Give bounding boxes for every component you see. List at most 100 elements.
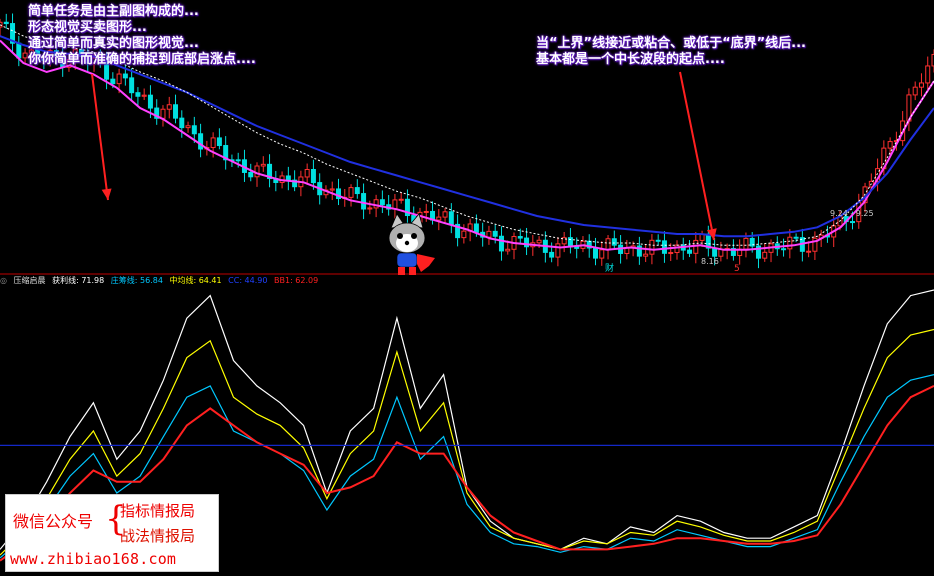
marker-cai: 财	[605, 262, 614, 274]
candle-body	[285, 175, 291, 181]
candle-body	[147, 94, 153, 109]
candle-body	[674, 244, 680, 254]
candle-body	[668, 252, 674, 255]
candle-body	[806, 250, 812, 253]
sub-legend: ◎ 压缩启晨 获利线: 71.98 庄筹线: 56.84 中均线: 64.41 …	[0, 275, 322, 287]
candle-body	[887, 141, 893, 149]
candle-body	[473, 223, 479, 233]
candle-body	[185, 125, 191, 129]
candle-body	[787, 236, 793, 250]
annotation-arrows	[91, 71, 717, 241]
legend-item: 获利线: 71.98	[52, 276, 105, 285]
candle-body	[461, 230, 467, 239]
candle-body	[555, 243, 561, 258]
candle-body	[574, 246, 580, 249]
candle-body	[116, 73, 122, 85]
candle-body	[198, 133, 204, 150]
legend-item: CC: 44.90	[228, 276, 268, 285]
candle-body	[235, 159, 241, 162]
candle-body	[486, 230, 492, 238]
candle-body	[593, 247, 599, 259]
candle-body	[599, 249, 605, 259]
candle-body	[436, 216, 442, 221]
candle-body	[549, 251, 555, 258]
arrow-left	[91, 73, 109, 201]
candle-body	[361, 193, 367, 210]
candle-body	[448, 211, 454, 225]
watermark-line-1: 指标情报局	[120, 502, 196, 520]
candle-body	[248, 171, 254, 178]
annotation-left-line: 你你简单而准确的捕捉到底部启涨点....	[28, 52, 256, 67]
indicator-name: 压缩启晨	[13, 276, 46, 285]
candle-body	[166, 104, 172, 110]
candle-body	[912, 86, 918, 96]
watermark-line-2: 战法情报局	[120, 527, 196, 545]
candle-body	[329, 188, 335, 191]
candle-body	[354, 187, 360, 195]
candle-body	[505, 248, 511, 252]
candle-body	[260, 163, 266, 167]
candle-body	[712, 247, 718, 257]
candle-body	[925, 65, 931, 84]
candle-body	[762, 251, 768, 259]
candle-body	[216, 137, 222, 147]
candle-body	[605, 238, 611, 251]
candle-body	[850, 221, 856, 224]
candle-body	[492, 230, 498, 237]
candle-body	[781, 248, 787, 251]
candle-body	[304, 169, 310, 178]
watermark-url: www.zhibiao168.com	[10, 550, 177, 568]
candle-body	[367, 207, 373, 210]
candle-body	[743, 237, 749, 250]
candle-body	[423, 210, 429, 213]
candle-body	[517, 236, 523, 239]
candle-body	[687, 249, 693, 254]
annotation-left: 简单任务是由主副图构成的... 形态视觉买卖图形... 通过简单而真实的图形视觉…	[28, 4, 256, 68]
candle-body	[398, 198, 404, 201]
candle-body	[661, 240, 667, 254]
watermark: 微信公众号 { 指标情报局 战法情报局 www.zhibiao168.com	[5, 494, 219, 572]
candle-body	[611, 238, 617, 246]
annotation-right-line: 当“上界”线接近或粘合、或低于“底界”线后...	[536, 36, 806, 51]
candle-body	[135, 92, 141, 97]
candle-body	[210, 137, 216, 149]
annotation-right: 当“上界”线接近或粘合、或低于“底界”线后... 基本都是一个中长波段的起点..…	[536, 36, 806, 68]
stock-chart: 财 5 8.16 9.24 - 9.25	[0, 13, 934, 562]
candle-body	[179, 117, 185, 129]
candle-body	[918, 82, 924, 88]
candle-body	[793, 236, 799, 239]
candle-body	[649, 239, 655, 255]
annotation-left-line: 简单任务是由主副图构成的...	[28, 4, 199, 19]
candle-body	[160, 108, 166, 119]
candle-body	[254, 165, 260, 178]
legend-item: 庄筹线: 56.84	[110, 276, 163, 285]
candle-body	[348, 187, 354, 198]
candle-body	[643, 253, 649, 257]
candle-body	[655, 239, 661, 242]
marker-five: 5	[734, 264, 740, 274]
candle-body	[22, 52, 28, 59]
candle-body	[173, 104, 179, 119]
candle-body	[16, 42, 22, 59]
candle-body	[110, 78, 116, 85]
candle-body	[373, 199, 379, 209]
price-low-label: 8.16	[701, 257, 719, 266]
annotation-left-line: 形态视觉买卖图形...	[28, 20, 147, 35]
candle-body	[442, 211, 448, 218]
indicator-dot-icon: ◎	[0, 276, 7, 285]
candle-body	[498, 235, 504, 252]
candle-body	[191, 125, 197, 135]
candle-body	[536, 239, 542, 244]
arrow-left-head	[101, 188, 112, 200]
legend-item: 中均线: 64.41	[169, 276, 222, 285]
watermark-wechat: 微信公众号	[13, 512, 94, 531]
legend-item: BB1: 62.09	[274, 276, 319, 285]
husky-mascot-icon	[388, 213, 435, 275]
date-range-label: 9.24 - 9.25	[830, 209, 874, 218]
candle-body	[122, 73, 128, 79]
candle-body	[3, 21, 9, 25]
candle-body	[310, 169, 316, 184]
candle-body	[129, 77, 135, 94]
candle-body	[141, 94, 147, 97]
annotation-right-line: 基本都是一个中长波段的起点....	[536, 52, 725, 67]
